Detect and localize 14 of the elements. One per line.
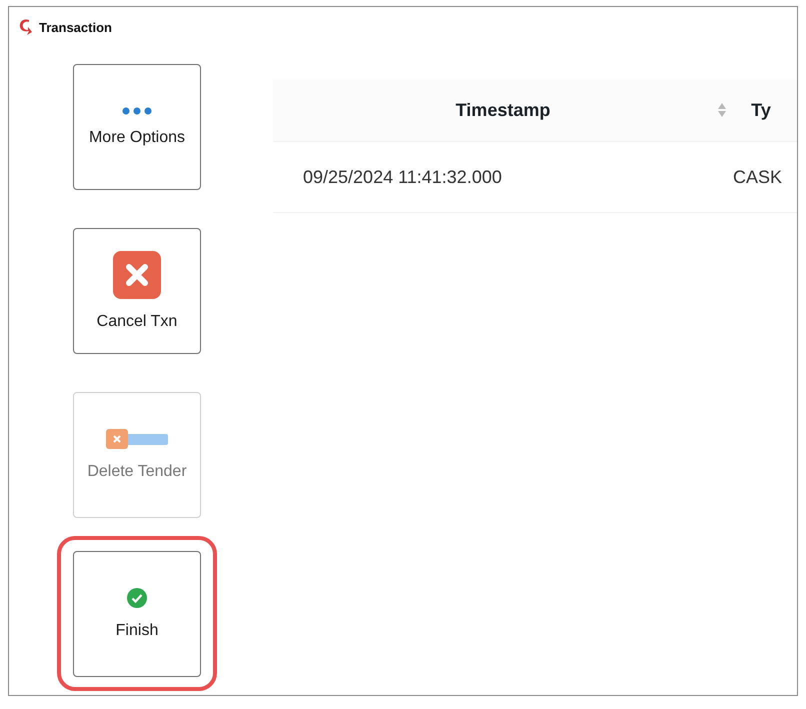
card-remove-icon [106,429,168,449]
action-button[interactable]: Finish [73,551,201,677]
table-cell-text: CASK [733,166,784,188]
more-icon [122,107,152,115]
action-button[interactable]: Cancel Txn [73,228,201,354]
sort-icon[interactable] [717,102,727,118]
window-title: Transaction [39,20,112,34]
column-header: Timestamp [456,100,550,120]
column-header: Ty [751,100,771,120]
action-button[interactable]: More Options [73,64,201,190]
app-logo-icon [17,18,33,36]
table-cell-text: 09/25/2024 11:41:32.000 [302,166,503,188]
check-icon [127,588,147,608]
close-icon [113,251,161,299]
